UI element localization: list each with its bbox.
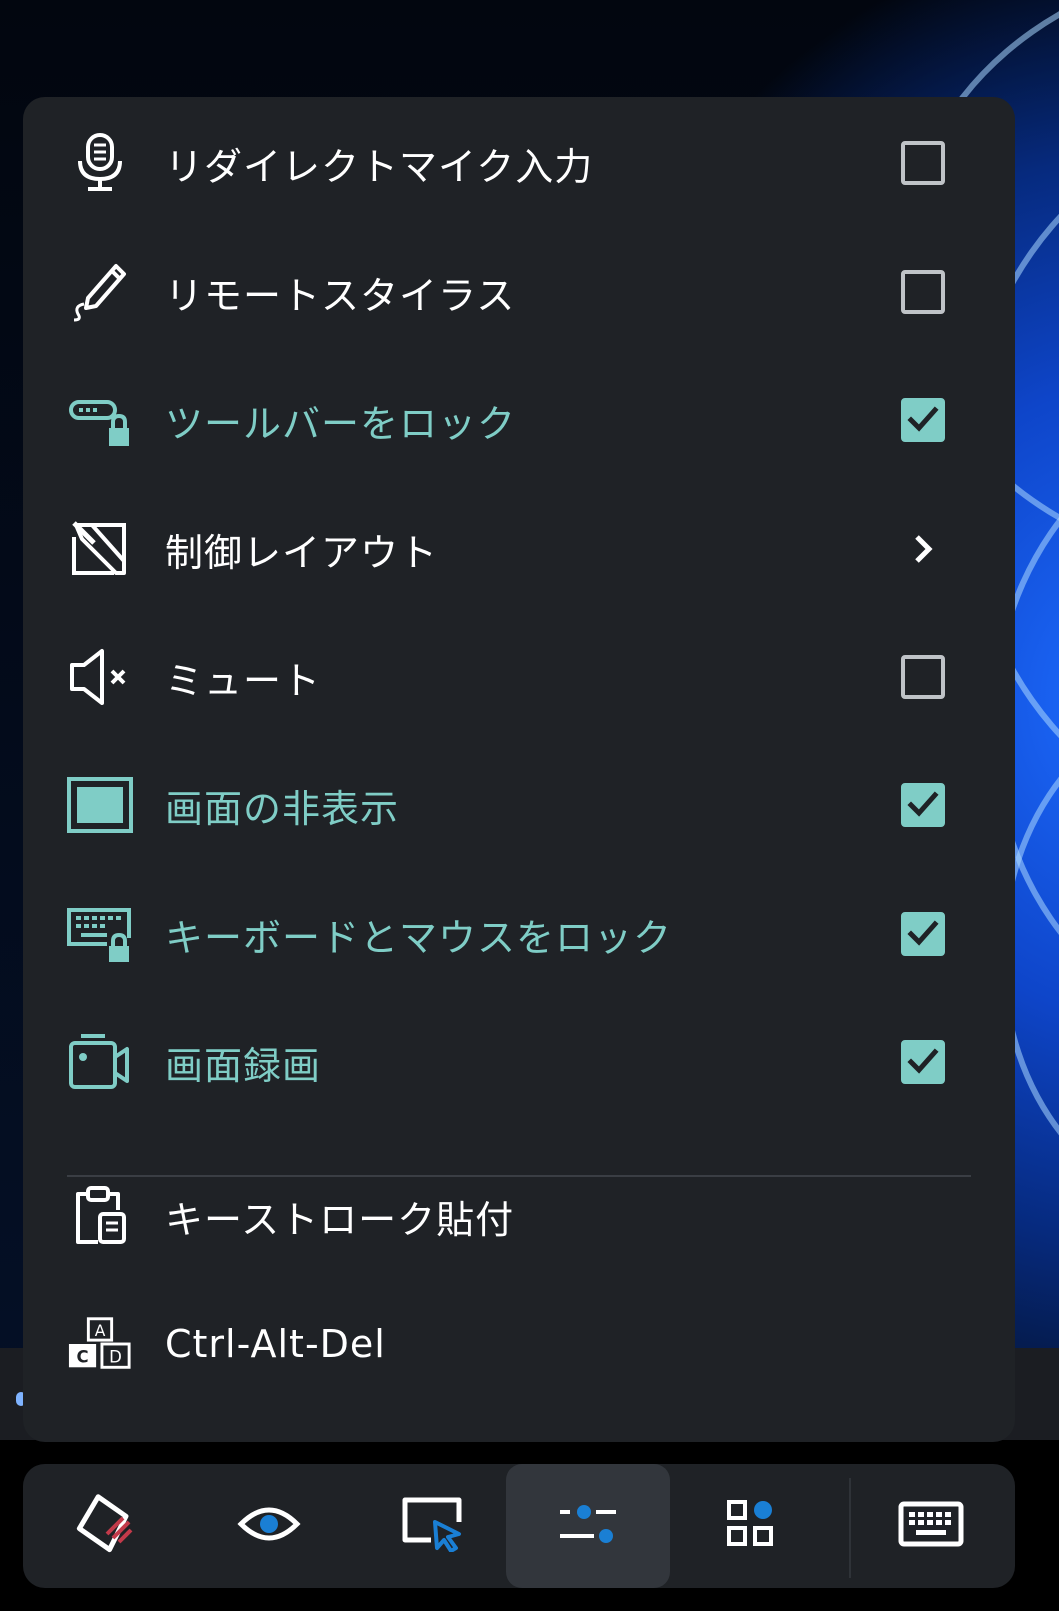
clipboard-icon — [67, 1183, 133, 1249]
video-camera-icon — [67, 1029, 133, 1095]
chevron-right-icon — [903, 529, 943, 569]
menu-item-redirect-microphone[interactable]: リダイレクトマイク入力 — [23, 101, 1015, 225]
screen-recording-checkbox[interactable] — [901, 1040, 945, 1084]
menu-item-label: 画面の非表示 — [165, 786, 400, 831]
window-pointer-icon — [401, 1496, 465, 1556]
keyboard-lock-icon — [67, 901, 133, 967]
keyboard-button[interactable] — [849, 1464, 1013, 1588]
menu-item-label: ミュート — [165, 658, 322, 703]
remote-stylus-checkbox[interactable] — [901, 270, 945, 314]
menu-item-label: リモートスタイラス — [165, 273, 516, 318]
speaker-mute-icon — [67, 644, 133, 710]
menu-item-mute[interactable]: ミュート — [23, 615, 1015, 739]
key-combo-icon: A C D — [67, 1311, 133, 1377]
menu-item-lock-keyboard-mouse[interactable]: キーボードとマウスをロック — [23, 872, 1015, 996]
remote-session-screen: リダイレクトマイク入力 リモートスタイラス ツールバーをロック 制御レイアウト … — [0, 0, 1059, 1611]
view-button[interactable] — [187, 1464, 351, 1588]
lock-toolbar-checkbox[interactable] — [901, 398, 945, 442]
pointer-mode-button[interactable] — [351, 1464, 515, 1588]
menu-item-blank-screen[interactable]: 画面の非表示 — [23, 743, 1015, 867]
redirect-microphone-checkbox[interactable] — [901, 141, 945, 185]
menu-item-label: キーストローク貼付 — [165, 1197, 515, 1242]
toolbar-lock-icon — [67, 387, 133, 453]
keyboard-icon — [898, 1501, 964, 1551]
draw-tool-icon — [73, 1492, 137, 1560]
apps-button[interactable] — [669, 1464, 833, 1588]
menu-item-remote-stylus[interactable]: リモートスタイラス — [23, 230, 1015, 354]
draw-tool-button[interactable] — [23, 1464, 187, 1588]
blank-screen-checkbox[interactable] — [901, 783, 945, 827]
eye-icon — [237, 1502, 301, 1550]
menu-item-label: 制御レイアウト — [165, 530, 439, 575]
menu-item-label: リダイレクトマイク入力 — [165, 144, 594, 189]
svg-text:A: A — [95, 1322, 106, 1340]
lock-keyboard-mouse-checkbox[interactable] — [901, 912, 945, 956]
mute-checkbox[interactable] — [901, 655, 945, 699]
menu-item-label: Ctrl-Alt-Del — [165, 1322, 386, 1366]
svg-text:D: D — [109, 1347, 122, 1366]
menu-item-control-layout[interactable]: 制御レイアウト — [23, 487, 1015, 611]
stylus-pen-icon — [67, 259, 133, 325]
sliders-icon — [556, 1500, 620, 1552]
session-options-menu: リダイレクトマイク入力 リモートスタイラス ツールバーをロック 制御レイアウト … — [23, 97, 1015, 1442]
menu-item-screen-recording[interactable]: 画面録画 — [23, 1000, 1015, 1124]
menu-item-lock-toolbar[interactable]: ツールバーをロック — [23, 358, 1015, 482]
menu-item-label: キーボードとマウスをロック — [165, 915, 673, 960]
screen-blank-icon — [67, 772, 133, 838]
menu-item-paste-keystrokes[interactable]: キーストローク貼付 — [23, 1154, 1015, 1278]
apps-grid-icon — [725, 1498, 777, 1554]
bottom-toolbar — [23, 1464, 1015, 1588]
svg-text:C: C — [76, 1347, 88, 1366]
control-layout-icon — [67, 516, 133, 582]
menu-item-label: 画面録画 — [165, 1043, 322, 1088]
settings-sliders-button[interactable] — [506, 1464, 670, 1588]
microphone-icon — [67, 130, 133, 196]
menu-item-label: ツールバーをロック — [165, 401, 517, 446]
menu-item-ctrl-alt-del[interactable]: A C D Ctrl-Alt-Del — [23, 1282, 1015, 1406]
